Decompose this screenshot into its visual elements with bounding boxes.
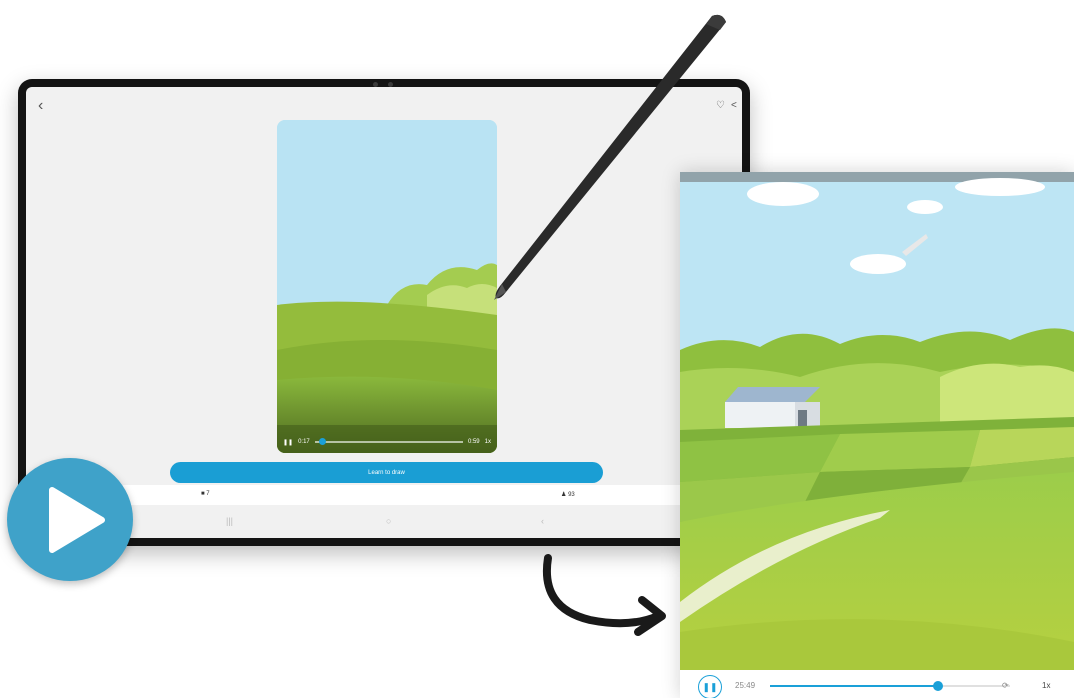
curved-arrow-icon [542, 554, 666, 636]
step-icon[interactable]: ⟳ [1002, 681, 1009, 690]
play-button[interactable] [7, 458, 133, 581]
zoom-current-time: 25:49 [735, 681, 756, 690]
zoom-progress-fill [770, 685, 938, 687]
pause-button[interactable]: ❚❚ [698, 675, 722, 698]
zoomed-landscape-illustration [680, 172, 1074, 670]
play-icon [49, 487, 105, 553]
zoom-progress-thumb[interactable] [933, 681, 943, 691]
zoom-progress-track[interactable] [770, 681, 1010, 691]
zoomed-video-frame[interactable]: ❚❚ 25:49 ⟳ 1x [680, 172, 1074, 698]
zoom-speed-button[interactable]: 1x [1042, 681, 1050, 690]
